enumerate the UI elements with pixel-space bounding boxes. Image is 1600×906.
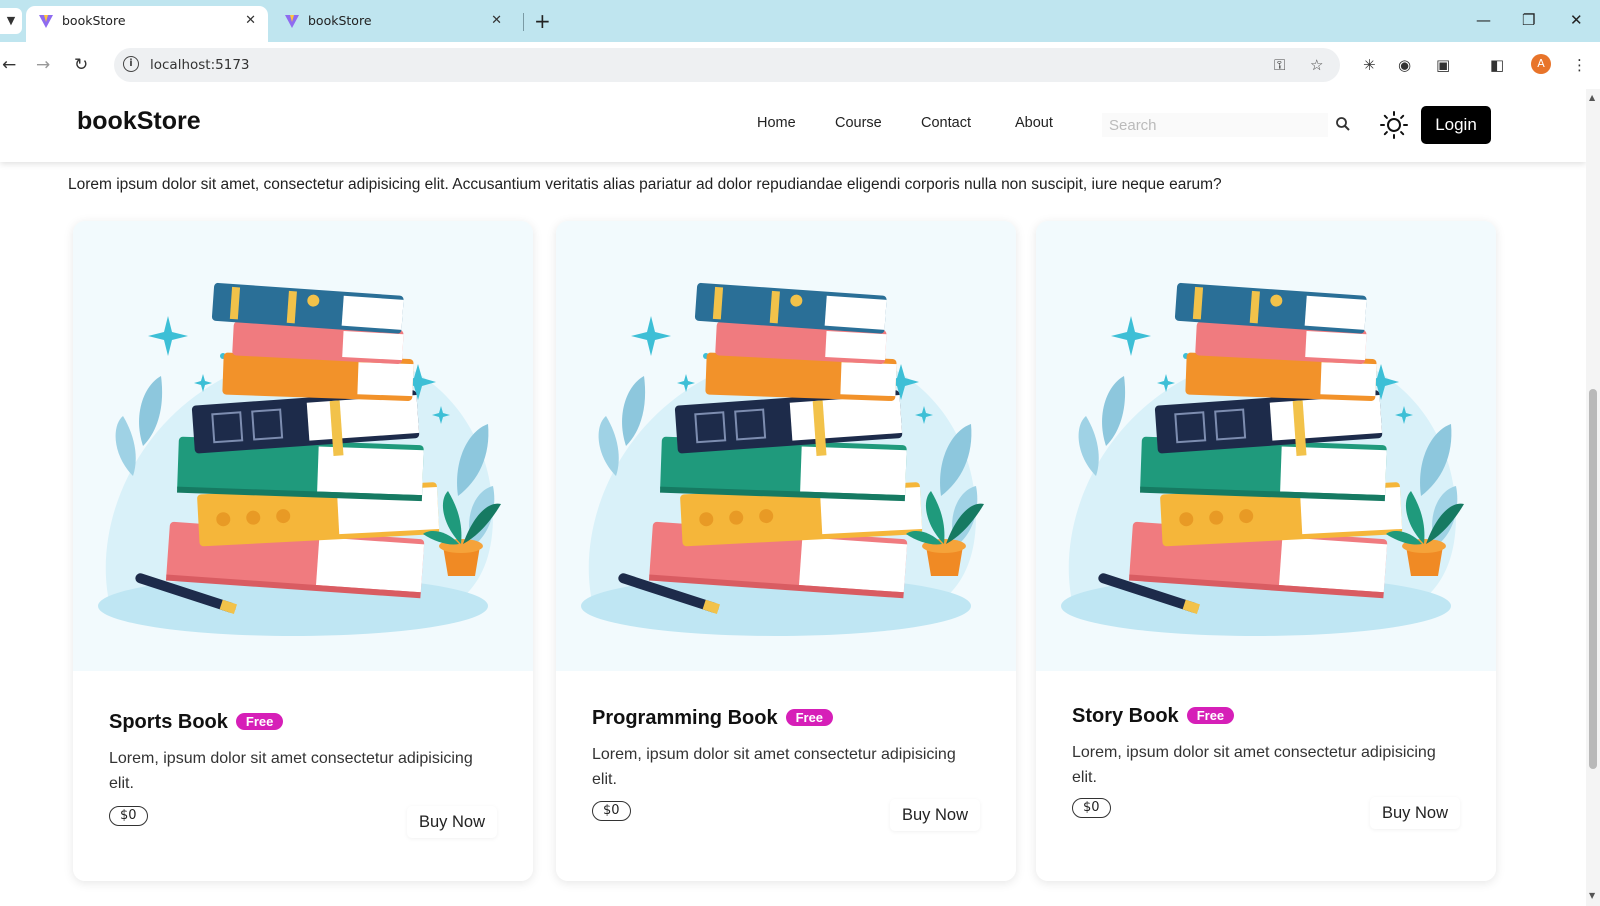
browser-tab-1[interactable]: bookStore ✕ (26, 6, 268, 42)
book-title: Sports Book Free (109, 711, 284, 734)
free-badge: Free (235, 713, 284, 730)
close-window-icon[interactable]: ✕ (1570, 6, 1583, 34)
kebab-menu-icon[interactable]: ⋮ (1572, 52, 1587, 78)
extension-icon[interactable]: ✳ (1363, 52, 1376, 78)
buy-now-button[interactable]: Buy Now (1370, 797, 1460, 829)
book-title: Story Book Free (1072, 705, 1235, 728)
site-navbar: bookStore Home Course Contact About Logi… (0, 89, 1586, 162)
search-icon[interactable] (1334, 115, 1352, 133)
page-scrollbar[interactable]: ▲ ▼ (1586, 89, 1600, 906)
address-bar[interactable]: i localhost:5173 ⚿ ☆ (114, 48, 1340, 82)
books-stack-illustration (1060, 281, 1465, 637)
close-tab-icon[interactable]: ✕ (491, 6, 502, 36)
book-card-body: Story Book Free Lorem, ipsum dolor sit am… (1036, 671, 1496, 881)
scroll-down-arrow-icon[interactable]: ▼ (1589, 891, 1595, 900)
vite-favicon-icon (39, 15, 53, 28)
brand-logo[interactable]: bookStore (77, 107, 201, 136)
scroll-up-arrow-icon[interactable]: ▲ (1589, 93, 1595, 102)
scrollbar-thumb[interactable] (1589, 389, 1597, 769)
book-title-text: Sports Book (109, 711, 228, 733)
login-button[interactable]: Login (1421, 106, 1491, 144)
vite-favicon-icon (285, 15, 299, 28)
browser-tab-bar: ▼ bookStore ✕ bookStore ✕ + — ❐ ✕ (0, 0, 1600, 42)
site-info-icon[interactable]: i (123, 56, 139, 72)
book-description: Lorem, ipsum dolor sit amet consectetur … (1072, 744, 1436, 786)
book-title-text: Programming Book (592, 707, 778, 729)
book-card: Sports Book Free Lorem, ipsum dolor sit a… (73, 221, 533, 881)
book-title-text: Story Book (1072, 705, 1179, 727)
buy-now-button[interactable]: Buy Now (890, 799, 980, 831)
sun-theme-toggle-icon[interactable] (1380, 111, 1408, 139)
browser-toolbar: ← → ↻ i localhost:5173 ⚿ ☆ ✳ ◉ ▣ ◧ ⋮ (0, 42, 1600, 89)
price-tag: $0 (592, 801, 631, 821)
books-stack-illustration (580, 281, 985, 637)
address-url[interactable]: localhost:5173 (150, 48, 250, 82)
tab-title: bookStore (308, 13, 372, 28)
search-input[interactable] (1102, 113, 1328, 137)
free-badge: Free (1186, 707, 1235, 724)
price-tag: $0 (109, 806, 148, 826)
minimize-icon[interactable]: — (1476, 6, 1491, 34)
intro-paragraph: Lorem ipsum dolor sit amet, consectetur … (68, 176, 1222, 193)
side-panel-icon[interactable]: ◧ (1490, 52, 1504, 78)
book-title: Programming Book Free (592, 707, 834, 730)
book-description: Lorem, ipsum dolor sit amet consectetur … (592, 746, 956, 788)
forward-icon[interactable]: → (36, 52, 50, 78)
nav-link-contact[interactable]: Contact (921, 115, 971, 131)
price-tag: $0 (1072, 798, 1111, 818)
book-card-figure (556, 221, 1016, 671)
free-badge: Free (785, 709, 834, 726)
new-tab-icon[interactable]: + (534, 8, 551, 34)
nav-link-about[interactable]: About (1015, 115, 1053, 131)
book-card: Story Book Free Lorem, ipsum dolor sit am… (1036, 221, 1496, 881)
back-icon[interactable]: ← (2, 52, 16, 78)
book-card-figure (1036, 221, 1496, 671)
puzzle-extensions-icon[interactable]: ▣ (1436, 52, 1450, 78)
reload-icon[interactable]: ↻ (74, 52, 88, 78)
book-card-body: Programming Book Free Lorem, ipsum dolor … (556, 671, 1016, 881)
tab-divider (523, 13, 524, 31)
media-icon[interactable]: ◉ (1398, 52, 1411, 78)
books-stack-illustration (97, 281, 502, 637)
book-card-body: Sports Book Free Lorem, ipsum dolor sit a… (73, 671, 533, 881)
nav-link-course[interactable]: Course (835, 115, 882, 131)
profile-avatar[interactable]: A (1531, 54, 1551, 74)
restore-icon[interactable]: ❐ (1522, 6, 1535, 34)
buy-now-button[interactable]: Buy Now (407, 806, 497, 838)
nav-link-home[interactable]: Home (757, 115, 796, 131)
tab-search-button[interactable]: ▼ (0, 8, 22, 34)
page-viewport: bookStore Home Course Contact About Logi… (0, 89, 1586, 906)
book-description: Lorem, ipsum dolor sit amet consectetur … (109, 750, 473, 792)
book-card-figure (73, 221, 533, 671)
bookmark-star-icon[interactable]: ☆ (1310, 48, 1323, 82)
browser-tab-2[interactable]: bookStore ✕ (272, 6, 514, 42)
password-key-icon[interactable]: ⚿ (1274, 48, 1285, 82)
tab-title: bookStore (62, 13, 126, 28)
close-tab-icon[interactable]: ✕ (245, 6, 256, 36)
book-card: Programming Book Free Lorem, ipsum dolor … (556, 221, 1016, 881)
